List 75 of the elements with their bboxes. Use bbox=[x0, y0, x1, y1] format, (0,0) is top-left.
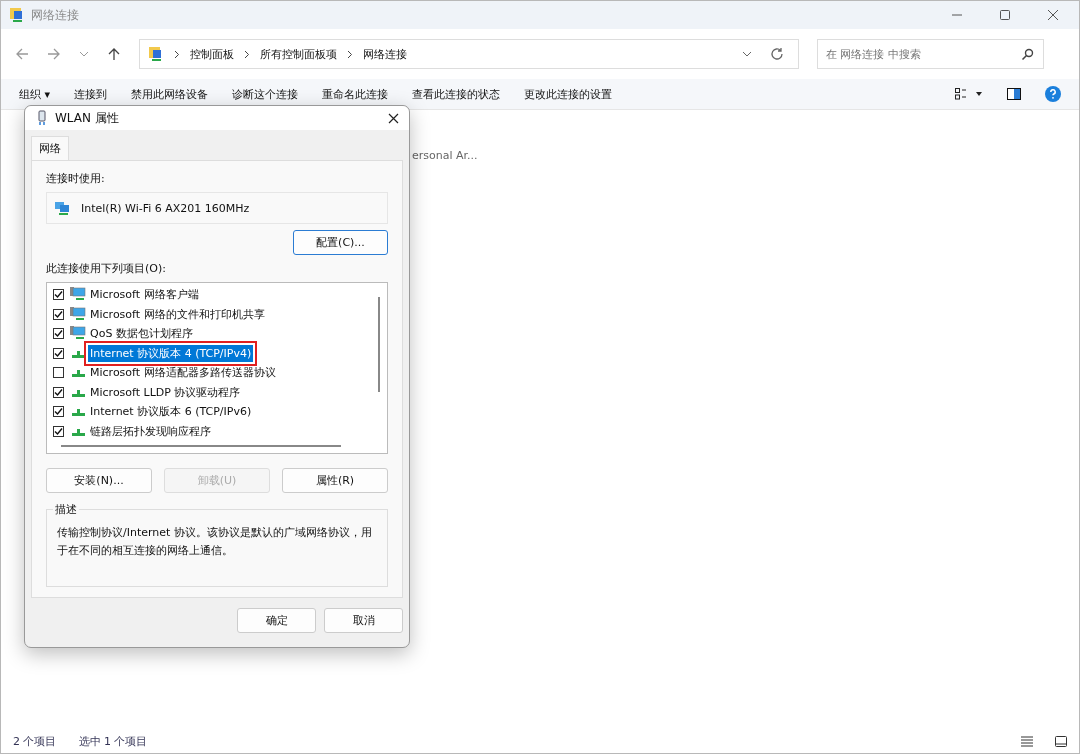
checkbox[interactable] bbox=[53, 308, 64, 320]
breadcrumb-item[interactable]: 所有控制面板项 bbox=[260, 46, 337, 62]
description-text: 传输控制协议/Internet 协议。该协议是默认的广域网络协议，用于在不同的相互连接的网络上通信。 bbox=[57, 525, 373, 559]
dialog-title: WLAN 属性 bbox=[55, 109, 119, 127]
list-item[interactable]: Microsoft 网络的文件和打印机共享 bbox=[88, 305, 267, 323]
list-item[interactable]: Internet 协议版本 6 (TCP/IPv6) bbox=[88, 403, 254, 421]
breadcrumb-item[interactable]: 网络连接 bbox=[363, 46, 407, 62]
monitor-icon bbox=[70, 306, 86, 322]
toolbar-button[interactable]: 连接到 bbox=[74, 86, 108, 102]
help-icon[interactable] bbox=[1045, 86, 1061, 102]
protocol-icon bbox=[71, 389, 85, 397]
dialog-button[interactable]: 取消 bbox=[324, 608, 403, 633]
network-adapter-icon bbox=[55, 200, 71, 216]
forward-arrow-icon[interactable] bbox=[47, 47, 61, 61]
checkbox[interactable] bbox=[53, 367, 64, 379]
toolbar-button[interactable]: 禁用此网络设备 bbox=[131, 86, 209, 102]
network-folder-icon bbox=[9, 7, 25, 23]
chevron-right-icon bbox=[244, 49, 250, 59]
list-item[interactable]: 链路层拓扑发现响应程序 bbox=[88, 422, 213, 440]
tiles-view-icon[interactable] bbox=[1055, 735, 1067, 747]
list-item[interactable]: Microsoft 网络客户端 bbox=[88, 286, 201, 304]
back-arrow-icon[interactable] bbox=[15, 47, 29, 61]
refresh-icon[interactable] bbox=[770, 47, 784, 61]
toolbar-button[interactable]: 重命名此连接 bbox=[322, 86, 389, 102]
search-field[interactable]: 在 网络连接 中搜索 bbox=[817, 39, 1044, 69]
toolbar-button[interactable]: 诊断这个连接 bbox=[232, 86, 299, 102]
status-text: 选中 1 个项目 bbox=[78, 733, 148, 749]
action-button[interactable]: 安装(N)... bbox=[46, 468, 152, 493]
chevron-down-icon[interactable] bbox=[79, 50, 89, 58]
scrollbar[interactable] bbox=[378, 297, 380, 392]
group-label: 描述 bbox=[53, 502, 79, 517]
maximize-icon[interactable] bbox=[999, 9, 1011, 21]
checkbox[interactable] bbox=[53, 406, 64, 418]
list-item[interactable]: Microsoft 网络适配器多路传送器协议 bbox=[88, 364, 278, 382]
chevron-right-icon bbox=[174, 49, 180, 59]
toolbar-button[interactable]: 组织 ▾ bbox=[19, 86, 51, 102]
monitor-icon bbox=[70, 287, 86, 303]
toolbar-button[interactable]: 更改此连接的设置 bbox=[524, 86, 613, 102]
toolbar-button[interactable]: 查看此连接的状态 bbox=[412, 86, 501, 102]
checkbox[interactable] bbox=[53, 347, 64, 359]
list-item[interactable]: Microsoft LLDP 协议驱动程序 bbox=[88, 383, 243, 401]
protocol-icon bbox=[71, 409, 85, 417]
tab[interactable]: 网络 bbox=[31, 136, 69, 160]
status-text: 2 个项目 bbox=[13, 733, 57, 749]
connection-item-text: ersonal Ar... bbox=[412, 149, 478, 162]
window-title: 网络连接 bbox=[31, 6, 79, 24]
checkbox[interactable] bbox=[53, 328, 64, 340]
search-icon bbox=[1021, 48, 1034, 61]
field-label: 此连接使用下列项目(O): bbox=[46, 261, 167, 276]
action-button[interactable]: 属性(R) bbox=[282, 468, 388, 493]
configure-button[interactable]: 配置(C)... bbox=[293, 230, 388, 255]
network-folder-icon bbox=[148, 46, 164, 62]
scrollbar[interactable] bbox=[61, 445, 341, 447]
address-bar[interactable]: 控制面板 所有控制面板项 网络连接 bbox=[139, 39, 799, 69]
checkbox[interactable] bbox=[53, 289, 64, 301]
up-arrow-icon[interactable] bbox=[107, 47, 121, 61]
checkbox[interactable] bbox=[53, 425, 64, 437]
chevron-right-icon bbox=[347, 49, 353, 59]
close-icon[interactable] bbox=[1047, 9, 1059, 21]
protocol-icon bbox=[71, 370, 85, 378]
details-view-icon[interactable] bbox=[1021, 735, 1033, 747]
list-item[interactable]: QoS 数据包计划程序 bbox=[88, 325, 195, 343]
dialog-button[interactable]: 确定 bbox=[237, 608, 316, 633]
preview-pane-icon[interactable] bbox=[1007, 88, 1021, 100]
close-icon[interactable] bbox=[388, 112, 399, 124]
checkbox[interactable] bbox=[53, 386, 64, 398]
breadcrumb-item[interactable]: 控制面板 bbox=[190, 46, 234, 62]
protocol-icon bbox=[71, 350, 85, 358]
adapter-name: Intel(R) Wi-Fi 6 AX201 160MHz bbox=[81, 201, 250, 215]
wireless-adapter-icon bbox=[37, 110, 47, 126]
view-options-icon[interactable] bbox=[955, 88, 983, 100]
chevron-down-icon[interactable] bbox=[742, 50, 752, 58]
monitor-icon bbox=[70, 326, 86, 342]
field-label: 连接时使用: bbox=[46, 171, 106, 186]
protocol-icon bbox=[71, 428, 85, 436]
